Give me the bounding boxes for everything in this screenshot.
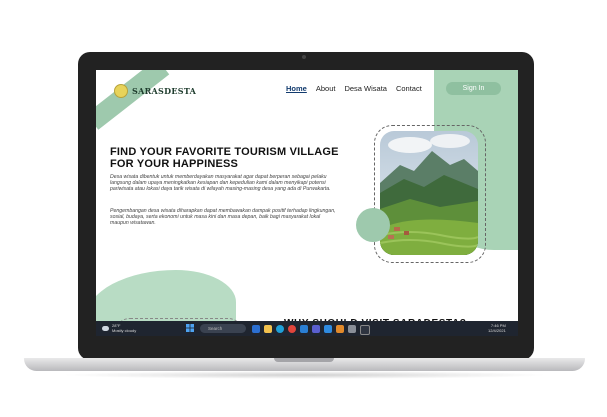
store-icon[interactable] <box>312 324 320 333</box>
hero-headline-line-2: FOR YOUR HAPPINESS <box>110 158 239 170</box>
brand-name: SARASDESTA <box>132 86 197 96</box>
sign-in-button[interactable]: Sign In <box>446 82 501 95</box>
chrome-icon[interactable] <box>288 324 296 333</box>
laptop-notch <box>274 358 334 362</box>
laptop-shadow <box>60 371 550 379</box>
hero-headline: FIND YOUR FAVORITE TOURISM VILLAGE FOR Y… <box>110 146 360 170</box>
widgets-icon[interactable] <box>252 324 260 333</box>
start-icon[interactable] <box>186 324 194 332</box>
logo-emblem-icon <box>114 84 128 98</box>
main-nav: Home About Desa Wisata Contact <box>286 84 422 93</box>
webcam-icon <box>302 55 306 59</box>
nav-about[interactable]: About <box>316 84 336 93</box>
vscode-icon[interactable] <box>300 324 308 333</box>
settings-icon[interactable] <box>348 324 356 333</box>
clock-date: 12/4/2021 <box>488 328 506 333</box>
nav-desa-wisata[interactable]: Desa Wisata <box>344 84 387 93</box>
laptop-base <box>24 358 585 371</box>
mail-icon[interactable] <box>324 324 332 333</box>
hero-paragraph-1: Desa wisata dibentuk untuk memberdayakan… <box>110 174 331 193</box>
edge-icon[interactable] <box>276 324 284 333</box>
village-landscape-image <box>380 131 478 255</box>
taskbar-search-input[interactable]: Search <box>200 324 246 333</box>
hero-headline-line-1: FIND YOUR FAVORITE TOURISM VILLAGE <box>110 146 339 158</box>
windows-taskbar: 28°F Mostly cloudy Search 7:46 PM 12/4/2… <box>96 321 518 336</box>
cloud-icon <box>102 325 109 331</box>
system-clock[interactable]: 7:46 PM 12/4/2021 <box>488 323 506 333</box>
nav-home[interactable]: Home <box>286 84 307 93</box>
file-explorer-icon[interactable] <box>264 324 272 333</box>
hero-paragraph-2: Pengembangan desa wisata diharapkan dapa… <box>110 208 336 227</box>
weather-desc: Mostly cloudy <box>112 328 137 333</box>
photos-icon[interactable] <box>336 324 344 333</box>
decorative-corner-band <box>96 70 170 130</box>
terminal-icon[interactable] <box>360 324 370 335</box>
weather-widget[interactable]: 28°F Mostly cloudy <box>102 323 136 333</box>
decorative-green-circle <box>356 208 390 242</box>
brand-logo[interactable]: SARASDESTA <box>114 84 196 98</box>
laptop-screen: SARASDESTA Home About Desa Wisata Contac… <box>96 70 518 336</box>
nav-contact[interactable]: Contact <box>396 84 422 93</box>
